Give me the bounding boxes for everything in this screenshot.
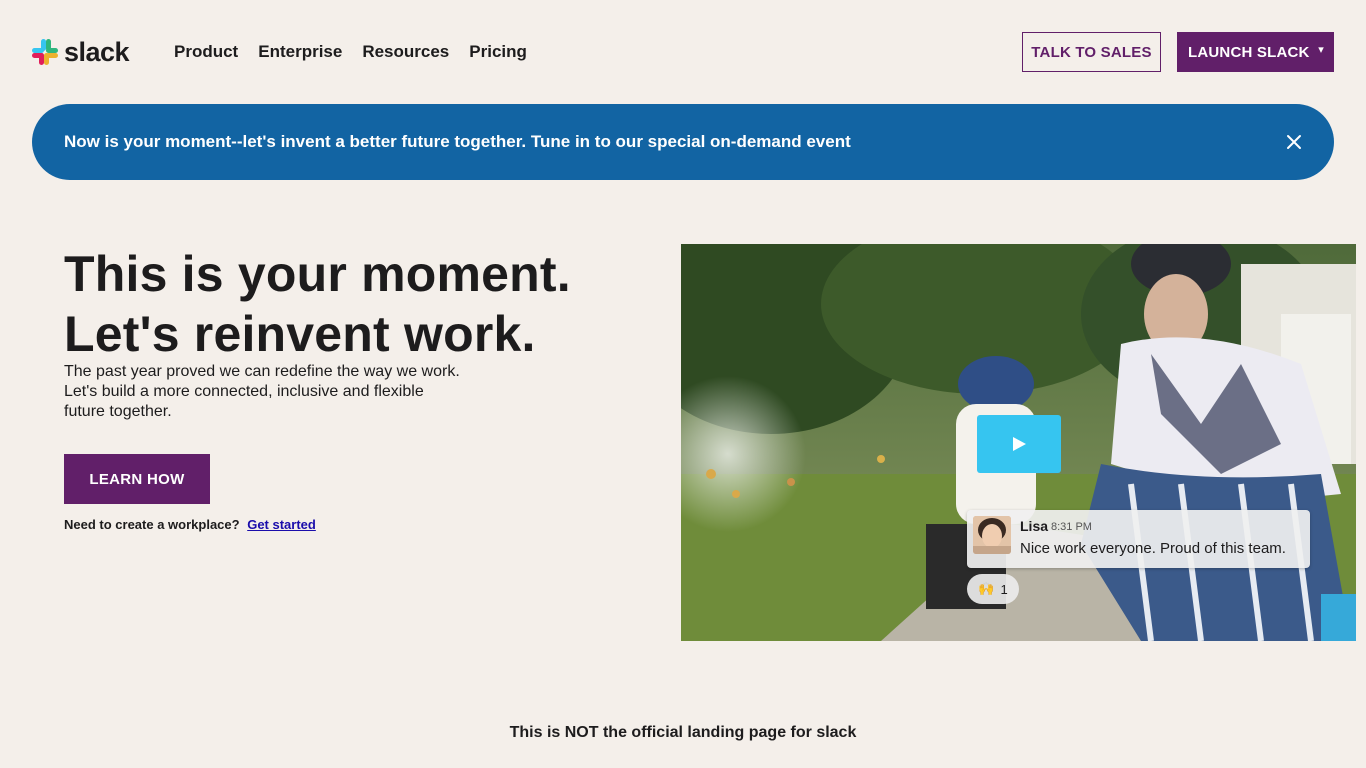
play-icon bbox=[1013, 437, 1026, 451]
play-button[interactable] bbox=[977, 415, 1061, 473]
talk-to-sales-button[interactable]: TALK TO SALES bbox=[1022, 32, 1161, 72]
banner-text: Now is your moment--let's invent a bette… bbox=[64, 132, 851, 151]
site-header: slack Product Enterprise Resources Prici… bbox=[0, 0, 1366, 104]
launch-slack-label: LAUNCH SLACK bbox=[1188, 43, 1310, 61]
hero-title-line-1: This is your moment. bbox=[64, 246, 571, 302]
hero-title-line-2: Let's reinvent work. bbox=[64, 306, 536, 362]
get-started-link[interactable]: Get started bbox=[247, 517, 316, 532]
message-timestamp: 8:31 PM bbox=[1051, 521, 1092, 533]
slack-logo[interactable]: slack bbox=[31, 36, 130, 68]
nav-item-product[interactable]: Product bbox=[174, 40, 238, 64]
message-card: Lisa 8:31 PM Nice work everyone. Proud o… bbox=[967, 510, 1310, 568]
slack-logo-icon bbox=[32, 39, 58, 65]
nav-item-resources[interactable]: Resources bbox=[362, 40, 449, 64]
message-author: Lisa bbox=[1020, 518, 1049, 534]
reaction-count: 1 bbox=[1000, 581, 1008, 597]
hero-video[interactable]: Lisa 8:31 PM Nice work everyone. Proud o… bbox=[681, 244, 1356, 641]
main-nav: Product Enterprise Resources Pricing bbox=[174, 40, 527, 64]
close-icon[interactable] bbox=[1284, 132, 1304, 152]
avatar bbox=[973, 516, 1011, 554]
message-text: Nice work everyone. Proud of this team. bbox=[1020, 540, 1286, 557]
hero-title: This is your moment. Let's reinvent work… bbox=[64, 244, 664, 364]
event-banner[interactable]: Now is your moment--let's invent a bette… bbox=[32, 104, 1334, 180]
chevron-down-icon: ▾ bbox=[1318, 44, 1324, 56]
launch-slack-button[interactable]: LAUNCH SLACK ▾ bbox=[1177, 32, 1334, 72]
disclaimer-text: This is NOT the official landing page fo… bbox=[509, 724, 857, 741]
workspace-prompt-text: Need to create a workplace? bbox=[64, 517, 240, 532]
hero-description: The past year proved we can redefine the… bbox=[64, 363, 460, 420]
workspace-prompt: Need to create a workplace? Get started bbox=[64, 517, 316, 532]
logo-wordmark: slack bbox=[64, 36, 130, 67]
nav-item-enterprise[interactable]: Enterprise bbox=[258, 40, 342, 64]
raised-hands-icon: 🙌 bbox=[978, 581, 995, 596]
nav-item-pricing[interactable]: Pricing bbox=[469, 40, 527, 64]
learn-how-button[interactable]: LEARN HOW bbox=[64, 454, 210, 504]
reaction-badge: 🙌 1 bbox=[967, 574, 1019, 604]
